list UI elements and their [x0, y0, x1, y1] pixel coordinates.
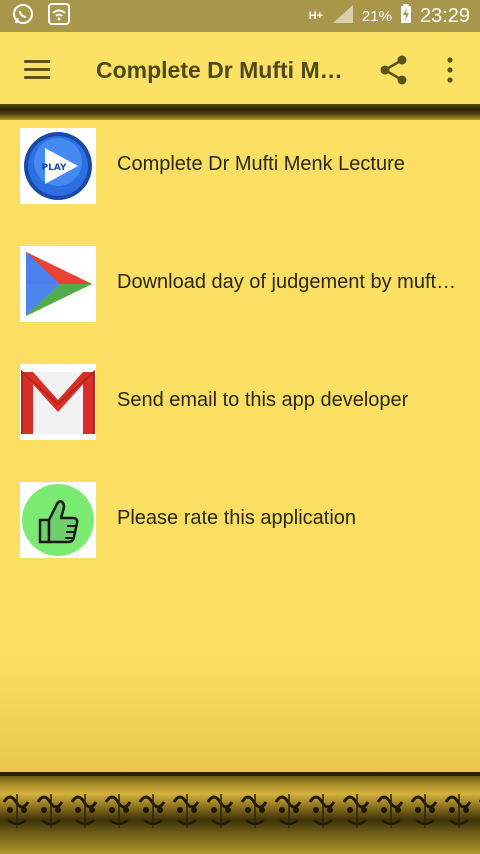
- share-button[interactable]: [376, 52, 412, 88]
- list-item-label: Complete Dr Mufti Menk Lecture: [117, 153, 405, 175]
- network-type-label: H+: [308, 10, 324, 22]
- signal-icon: [332, 4, 354, 29]
- list-item-rate[interactable]: Please rate this application: [0, 474, 480, 574]
- list-item-label: Download day of judgement by mufti menk: [117, 271, 457, 293]
- svg-text:PLAY: PLAY: [42, 163, 67, 173]
- page-title: Complete Dr Mufti Menk Lecture: [96, 57, 346, 83]
- clock: 23:29: [419, 4, 470, 27]
- battery-percent: 21%: [361, 7, 392, 25]
- whatsapp-icon: [12, 3, 34, 30]
- more-vert-icon: [447, 57, 453, 83]
- status-bar: H+ 21% 23:29: [0, 0, 480, 32]
- list-item-label: Please rate this application: [117, 507, 357, 529]
- background-gradient: [0, 660, 480, 772]
- list-item-label: Send email to this app developer: [117, 389, 409, 411]
- play-store-icon: [20, 246, 96, 322]
- app-bar: Complete Dr Mufti Menk Lecture: [0, 32, 480, 108]
- gmail-icon: [20, 364, 96, 440]
- battery-charging-icon: [400, 3, 412, 29]
- appbar-border: [0, 104, 480, 120]
- thumbs-up-icon: [20, 482, 96, 558]
- play-icon: PLAY: [20, 128, 96, 204]
- list-item-lecture[interactable]: PLAY Complete Dr Mufti Menk Lecture: [0, 120, 480, 220]
- share-icon: [380, 55, 407, 85]
- menu-button[interactable]: [18, 54, 58, 86]
- list-item-download[interactable]: Download day of judgement by mufti menk: [0, 238, 480, 338]
- wifi-icon: [48, 2, 70, 30]
- more-options-button[interactable]: [434, 52, 466, 88]
- list-item-email[interactable]: Send email to this app developer: [0, 356, 480, 456]
- decorative-border: [0, 772, 480, 854]
- menu-icon: [24, 60, 50, 63]
